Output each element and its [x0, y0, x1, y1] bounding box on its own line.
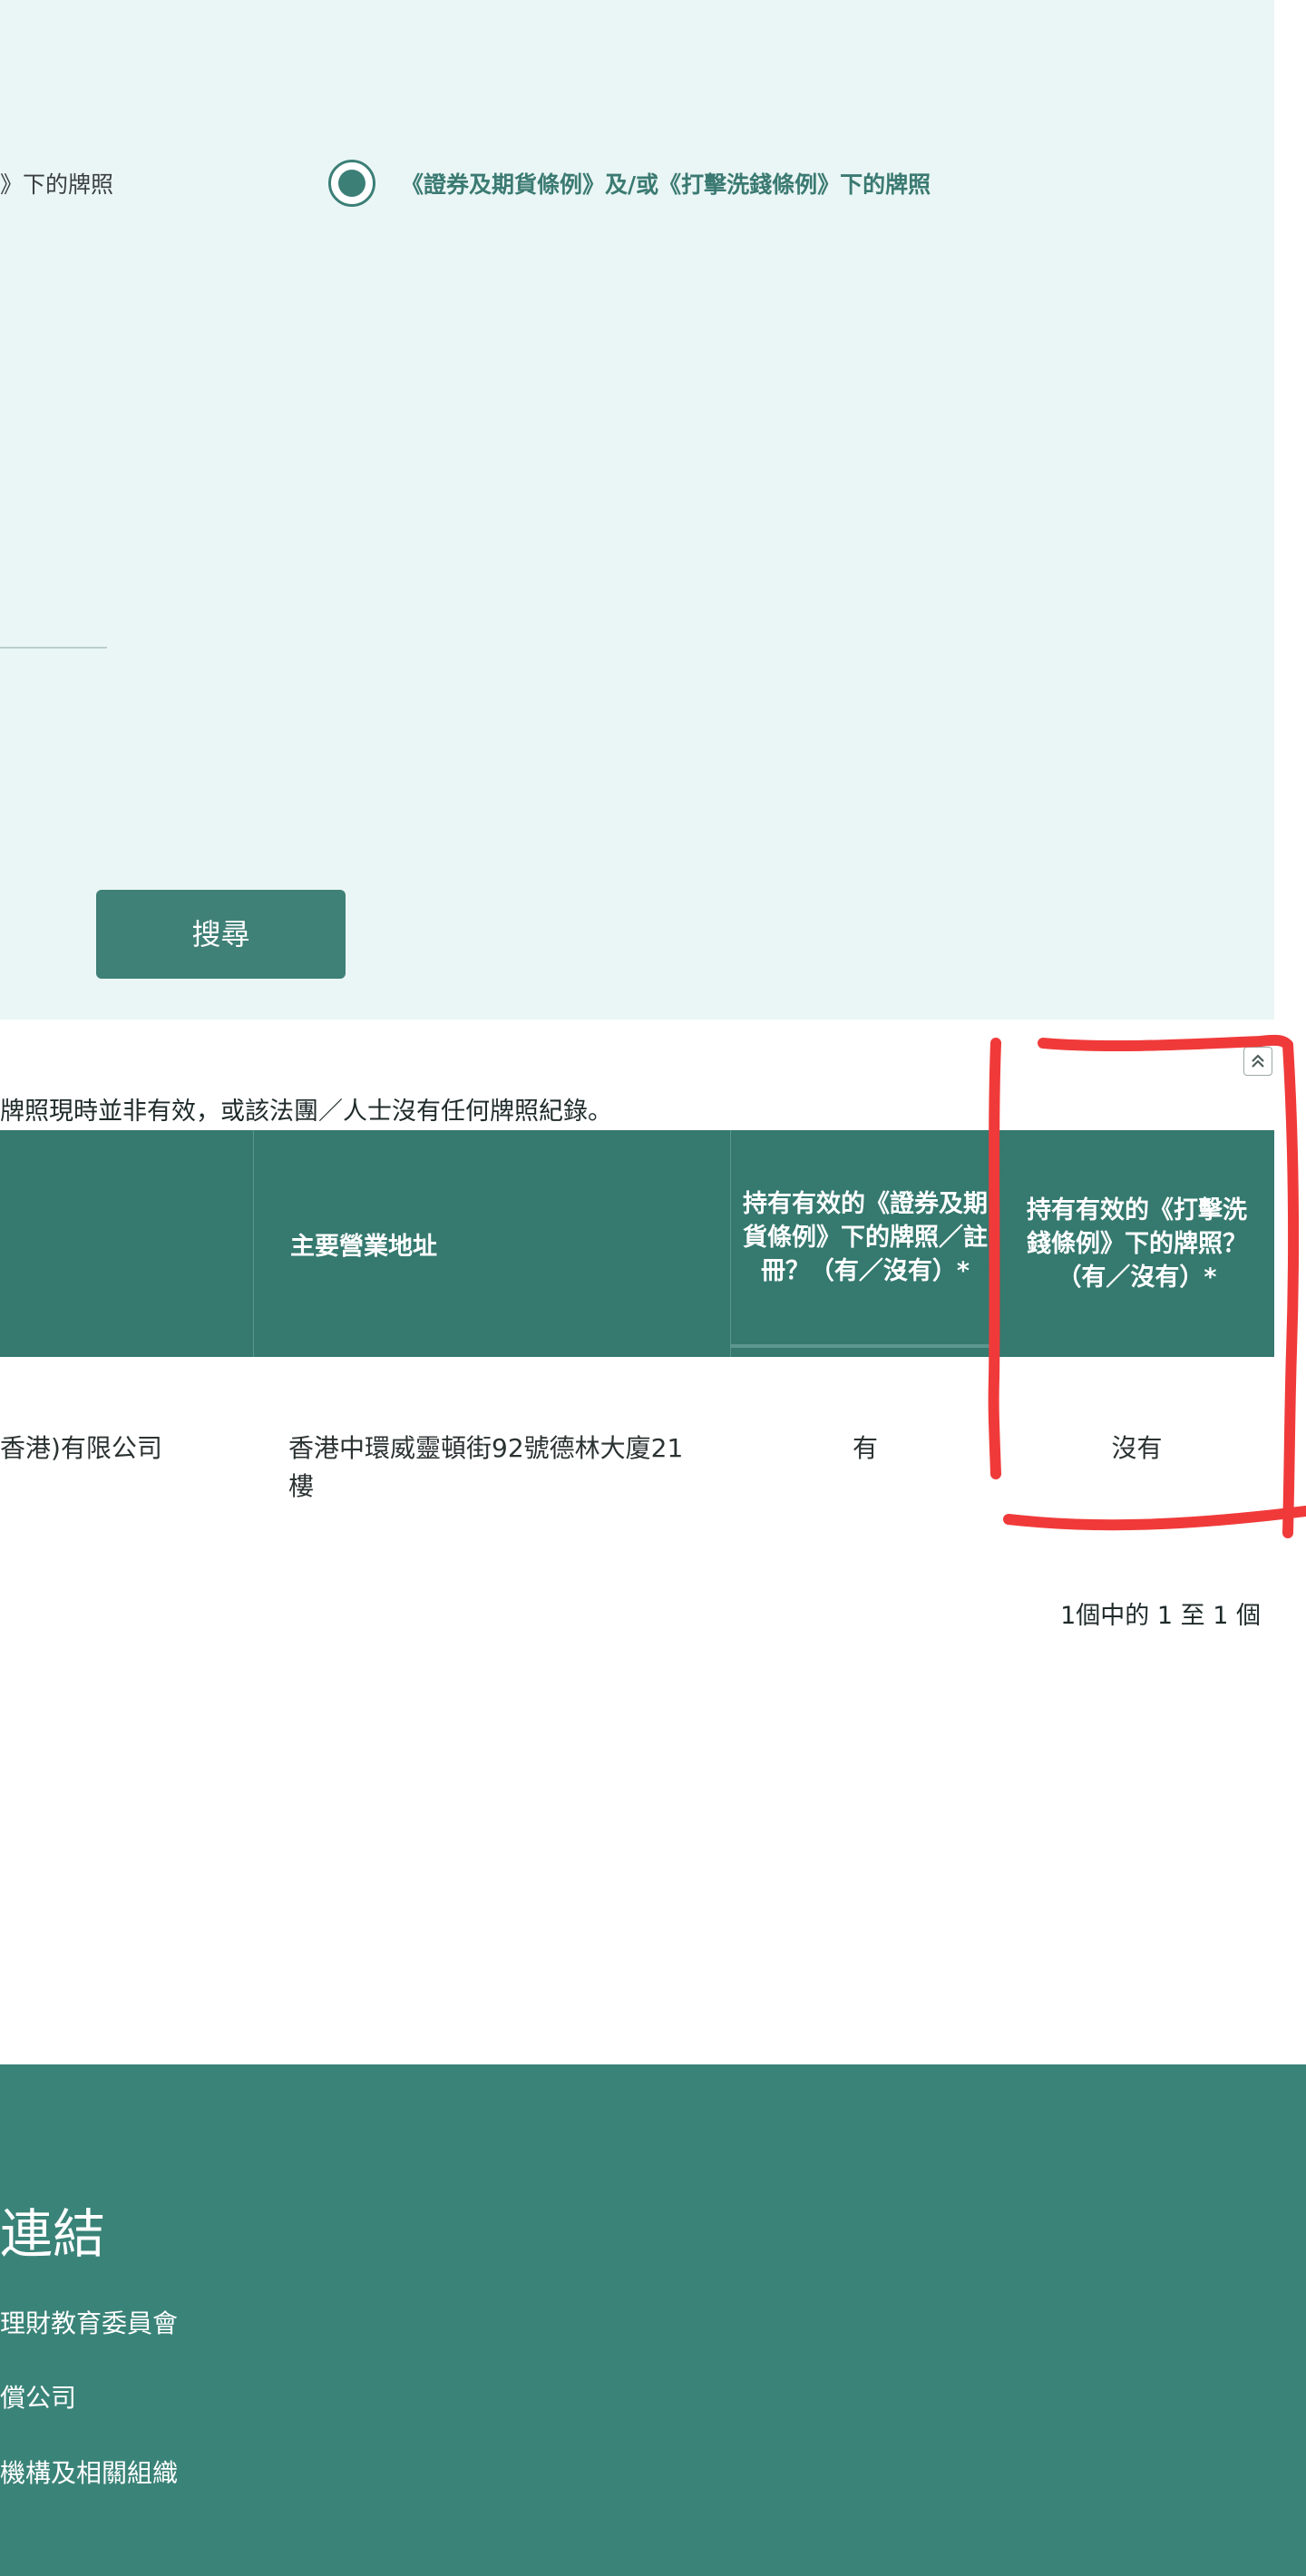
annotation-highlight: [988, 1034, 1306, 1538]
radio-option-left-label[interactable]: 》下的牌照: [0, 167, 113, 200]
column-header-name: [0, 1130, 254, 1357]
radio-dot: [338, 170, 365, 197]
column-header-sfo-license: 持有有效的《證券及期貨條例》下的牌照／註冊？（有／沒有）*: [731, 1130, 999, 1348]
column-header-address-label: 主要營業地址: [290, 1232, 437, 1261]
search-panel: 》下的牌照 《證券及期貨條例》及/或《打擊洗錢條例》下的牌照 搜尋: [0, 0, 1274, 1020]
cell-sfo-license: 有: [852, 1433, 878, 1463]
column-header-sfo-label: 持有有效的《證券及期貨條例》下的牌照／註冊？（有／沒有）*: [743, 1189, 988, 1285]
footer-title: 連結: [0, 2203, 106, 2265]
results-notice: 牌照現時並非有效，或該法團／人士沒有任何牌照紀錄。: [0, 1098, 612, 1126]
search-button[interactable]: 搜尋: [96, 890, 346, 979]
cell-address: 香港中環威靈頓街92號德林大廈21樓: [288, 1433, 684, 1501]
footer-link[interactable]: 償公司: [0, 2378, 76, 2415]
radio-selected-icon[interactable]: [328, 160, 375, 207]
search-input-underline[interactable]: [0, 647, 107, 649]
column-header-address: 主要營業地址: [254, 1130, 731, 1357]
pagination-info: 1個中的 1 至 1 個: [1060, 1602, 1261, 1630]
radio-option-sfo-amlo-label[interactable]: 《證券及期貨條例》及/或《打擊洗錢條例》下的牌照: [401, 167, 931, 200]
footer-link[interactable]: 機構及相關組織: [0, 2454, 178, 2490]
footer: 連結 理財教育委員會 償公司 機構及相關組織: [0, 2064, 1306, 2576]
footer-link[interactable]: 理財教育委員會: [0, 2304, 178, 2340]
cell-company-name[interactable]: 香港)有限公司: [0, 1429, 162, 1468]
